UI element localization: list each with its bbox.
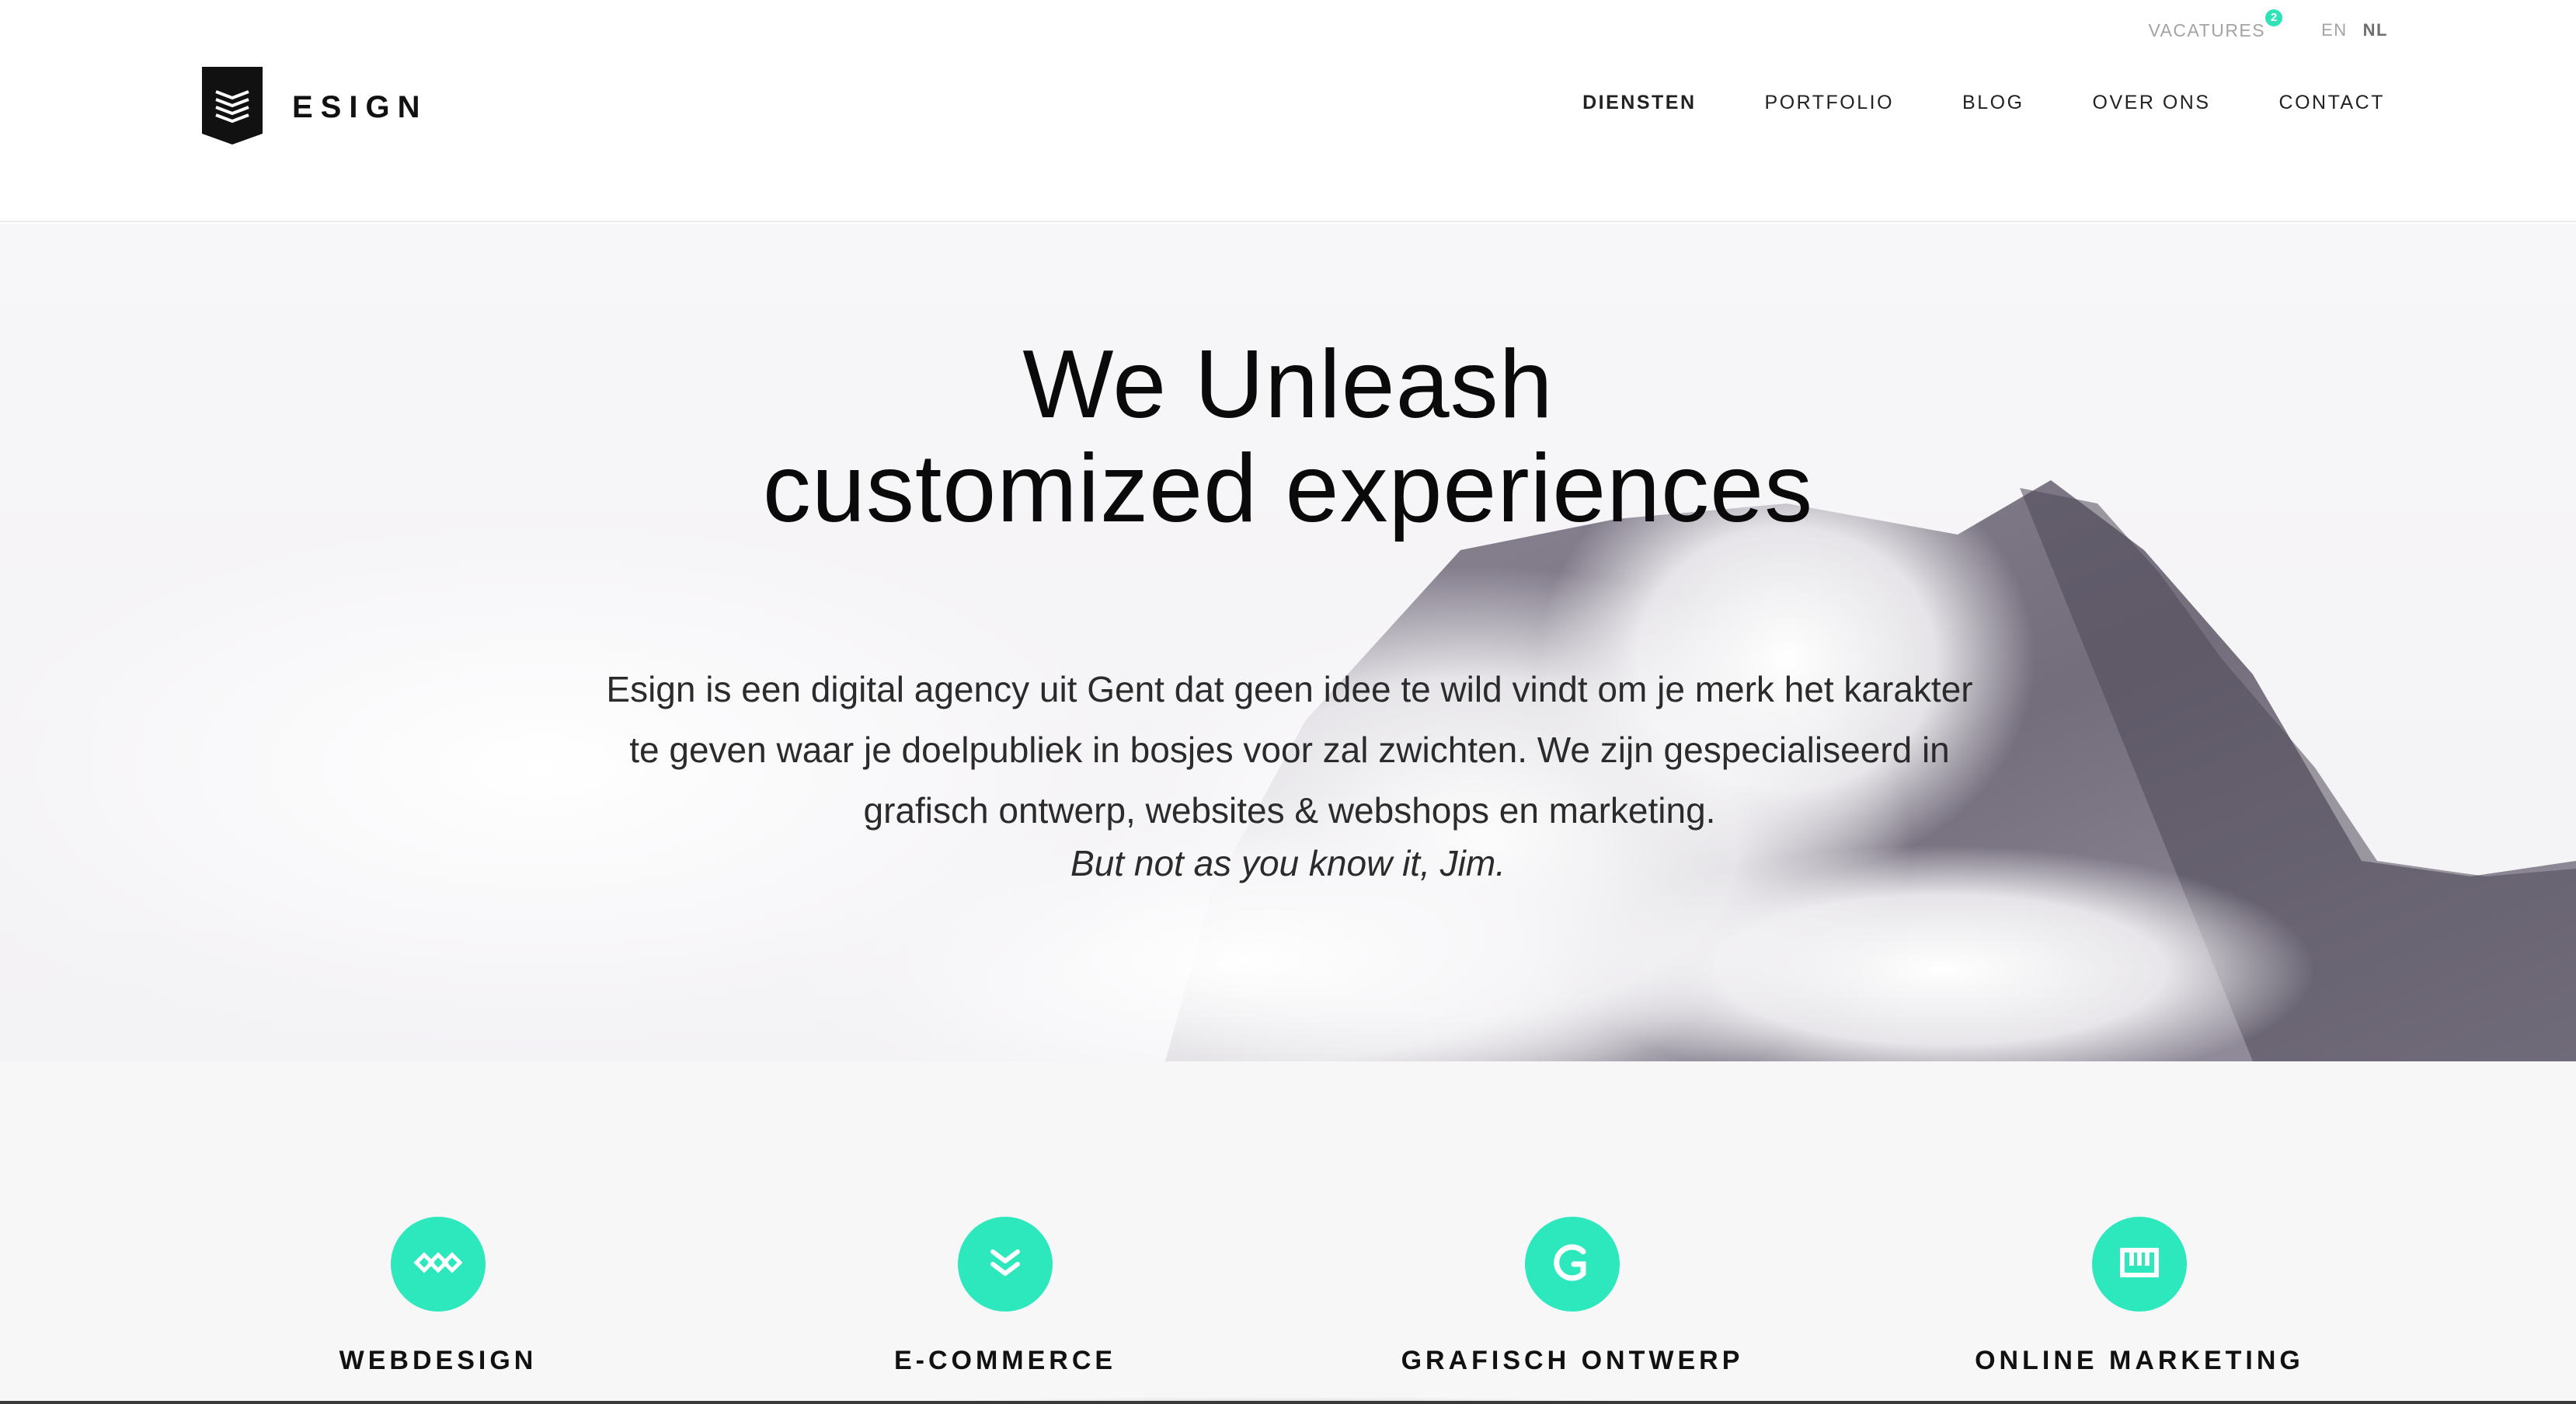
double-chevron-down-icon bbox=[980, 1238, 1030, 1291]
hero-section: We Unleash customized experiences Esign … bbox=[0, 224, 2576, 1061]
hero-title: We Unleash customized experiences bbox=[0, 333, 2576, 541]
service-icon-circle bbox=[2092, 1217, 2187, 1312]
vacatures-count-badge: 2 bbox=[2265, 9, 2283, 26]
hero-text-line2: te geven waar je doelpubliek in bosjes v… bbox=[629, 730, 1950, 770]
vacatures-link[interactable]: VACATURES 2 bbox=[2148, 9, 2283, 41]
hero-tagline: But not as you know it, Jim. bbox=[1070, 843, 1506, 883]
hero-title-line1: We Unleash bbox=[1022, 331, 1554, 438]
lang-nl[interactable]: NL bbox=[2363, 20, 2388, 40]
bottom-divider bbox=[0, 1401, 2576, 1404]
service-icon-circle bbox=[1525, 1217, 1620, 1312]
service-icon-circle bbox=[391, 1217, 486, 1312]
chain-diamonds-icon bbox=[413, 1238, 463, 1291]
shield-stack-icon bbox=[200, 65, 264, 150]
nav-item-diensten[interactable]: DIENSTEN bbox=[1582, 92, 1696, 114]
nav-item-blog[interactable]: BLOG bbox=[1962, 92, 2024, 114]
lang-en[interactable]: EN bbox=[2321, 20, 2348, 40]
hero-title-line2: customized experiences bbox=[762, 435, 1814, 542]
services-section: WEBDESIGN E-COMMERCE GRAFISCH ONTWERP ON… bbox=[0, 1061, 2576, 1404]
g-arc-icon bbox=[1547, 1238, 1597, 1291]
service-label: WEBDESIGN bbox=[339, 1346, 538, 1375]
hero-intro-text: Esign is een digital agency uit Gent dat… bbox=[590, 659, 1989, 841]
service-e-commerce[interactable]: E-COMMERCE bbox=[795, 1217, 1215, 1376]
service-icon-circle bbox=[958, 1217, 1053, 1312]
service-grafisch-ontwerp[interactable]: GRAFISCH ONTWERP bbox=[1363, 1217, 1782, 1376]
utility-bar: VACATURES 2 EN NL bbox=[2148, 9, 2388, 44]
main-nav: DIENSTEN PORTFOLIO BLOG OVER ONS CONTACT bbox=[1514, 92, 2385, 114]
service-label: GRAFISCH ONTWERP bbox=[1401, 1346, 1744, 1375]
nav-item-contact[interactable]: CONTACT bbox=[2279, 92, 2385, 114]
vacatures-label: VACATURES bbox=[2148, 19, 2266, 40]
logo[interactable]: ESIGN bbox=[200, 65, 427, 150]
brand-name: ESIGN bbox=[292, 90, 428, 124]
service-online-marketing[interactable]: ONLINE MARKETING bbox=[1930, 1217, 2349, 1376]
service-label: E-COMMERCE bbox=[893, 1346, 1117, 1375]
nav-item-over-ons[interactable]: OVER ONS bbox=[2093, 92, 2211, 114]
hero-text-line1: Esign is een digital agency uit Gent dat… bbox=[606, 669, 1973, 709]
service-label: ONLINE MARKETING bbox=[1975, 1346, 2304, 1375]
hero-text-line3: grafisch ontwerp, websites & webshops en… bbox=[863, 790, 1716, 831]
bar-chart-icon bbox=[2115, 1238, 2164, 1291]
service-webdesign[interactable]: WEBDESIGN bbox=[228, 1217, 648, 1376]
nav-item-portfolio[interactable]: PORTFOLIO bbox=[1765, 92, 1895, 114]
